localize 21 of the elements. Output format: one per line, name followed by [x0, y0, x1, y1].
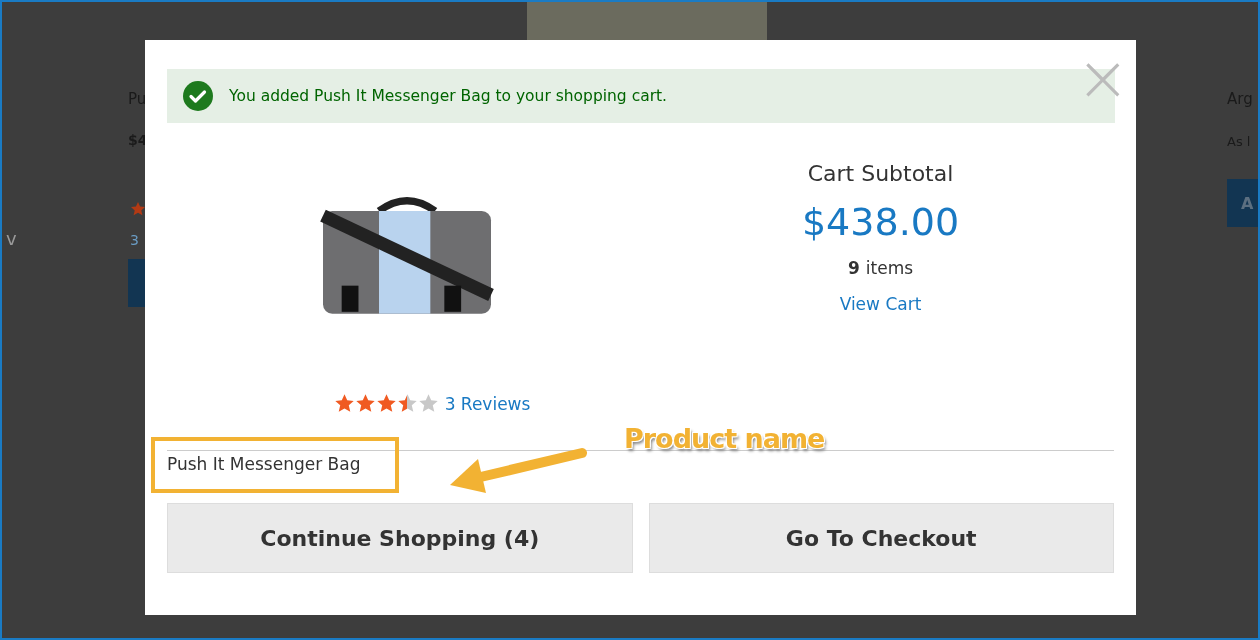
- reviews-link[interactable]: 3 Reviews: [444, 393, 531, 414]
- star-icon: [417, 393, 439, 414]
- star-icon: [333, 393, 355, 414]
- page-text: v: [6, 228, 17, 249]
- review-count: 3: [130, 232, 139, 248]
- message-text: You added Push It Messenger Bag to your shopping cart.: [229, 87, 668, 105]
- star-icon: [354, 393, 376, 414]
- add-to-cart-button[interactable]: A: [1227, 179, 1258, 227]
- items-label: items: [865, 258, 914, 278]
- cart-subtotal-amount: $438.00: [801, 200, 960, 244]
- check-circle-icon: [183, 81, 213, 111]
- item-count: 9: [847, 258, 860, 278]
- star-icon: [375, 393, 397, 414]
- checkout-button[interactable]: Go To Checkout: [648, 503, 1114, 573]
- view-cart-link[interactable]: View Cart: [839, 294, 922, 314]
- continue-shopping-button[interactable]: Continue Shopping (4): [167, 503, 633, 573]
- annotation-label: Product name: [624, 423, 825, 454]
- cart-subtotal-label: Cart Subtotal: [807, 161, 954, 186]
- star-icon: [130, 201, 146, 217]
- product-name: Push It Messenger Bag: [167, 454, 361, 474]
- star-icon: [396, 393, 418, 414]
